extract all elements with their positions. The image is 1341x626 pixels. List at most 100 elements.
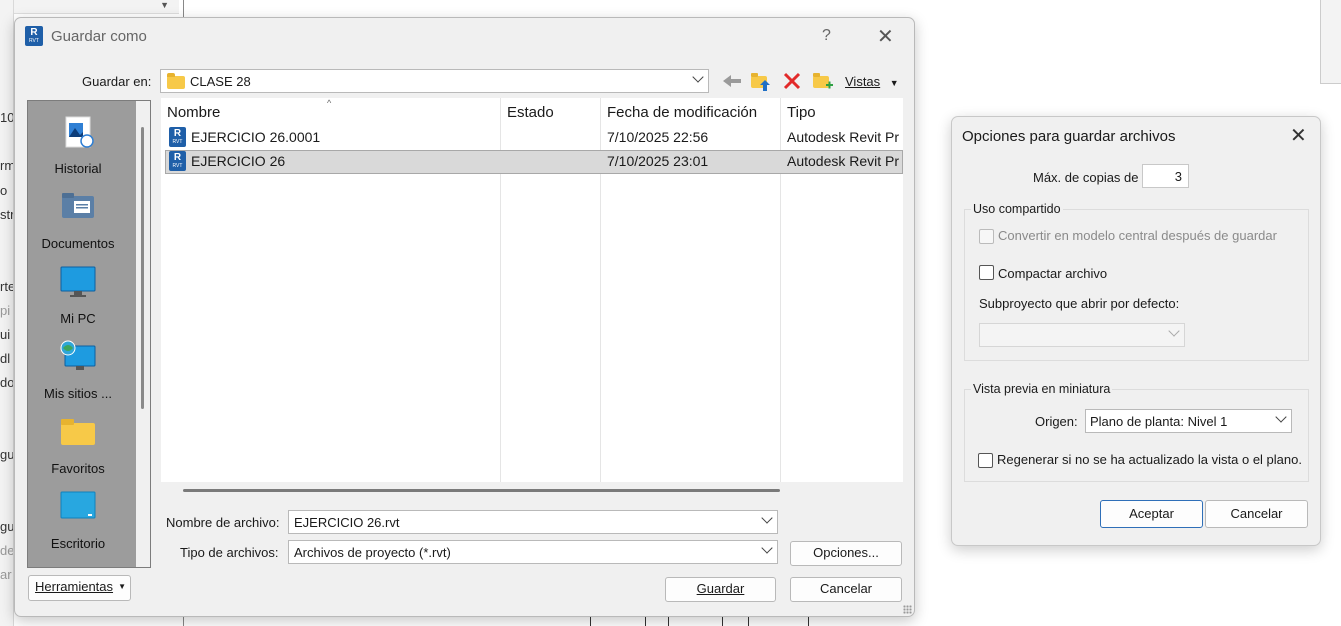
file-row[interactable]: R RVT EJERCICIO 26.0001 7/10/2025 22:56 A… xyxy=(165,126,903,150)
place-label: Mi PC xyxy=(60,311,96,326)
chevron-down-icon xyxy=(692,71,704,83)
close-button[interactable]: ✕ xyxy=(1290,123,1307,148)
cancel-button[interactable]: Cancelar xyxy=(1205,500,1308,528)
background-text: ui xyxy=(0,327,11,342)
open-workset-label: Subproyecto que abrir por defecto: xyxy=(979,296,1180,311)
network-places-icon xyxy=(60,340,96,370)
chevron-down-icon xyxy=(761,512,773,524)
scrollbar-thumb[interactable] xyxy=(141,127,144,409)
max-copies-label: Máx. de copias de xyxy=(1033,170,1139,185)
background-text: ar xyxy=(0,567,12,582)
ok-button[interactable]: Aceptar xyxy=(1100,500,1203,528)
tools-label: Herramientas xyxy=(35,579,114,594)
back-arrow-icon[interactable] xyxy=(721,73,743,89)
source-label: Origen: xyxy=(1035,414,1078,429)
chevron-down-icon: ▼ xyxy=(160,0,169,10)
divider xyxy=(668,616,669,626)
background-text: de xyxy=(0,543,14,558)
help-button[interactable]: ? xyxy=(822,27,831,45)
make-central-checkbox[interactable] xyxy=(979,229,994,244)
delete-icon[interactable] xyxy=(783,72,801,90)
compact-file-checkbox[interactable] xyxy=(979,265,994,280)
chevron-down-icon xyxy=(1275,411,1287,423)
place-label: Documentos xyxy=(41,236,115,251)
history-icon xyxy=(65,116,94,148)
background-text: 10 xyxy=(0,110,14,125)
divider xyxy=(645,616,646,626)
worksharing-group-title: Uso compartido xyxy=(971,202,1063,216)
chevron-down-icon xyxy=(1168,325,1180,337)
save-options-dialog: Opciones para guardar archivos ✕ Máx. de… xyxy=(951,116,1321,546)
source-value: Plano de planta: Nivel 1 xyxy=(1090,414,1228,429)
place-label: Escritorio xyxy=(50,536,106,551)
background-dropdown[interactable]: ▼ xyxy=(14,0,179,14)
up-folder-icon[interactable] xyxy=(750,70,772,92)
open-workset-combo[interactable] xyxy=(979,323,1185,347)
favorites-folder-icon xyxy=(61,419,95,445)
place-label: Historial xyxy=(54,161,102,176)
filetype-label: Tipo de archivos: xyxy=(180,545,279,560)
divider xyxy=(808,616,809,626)
max-copies-value: 3 xyxy=(1174,169,1182,184)
save-button[interactable]: Guardar xyxy=(665,577,776,602)
compact-file-label: Compactar archivo xyxy=(998,266,1108,281)
cancel-button[interactable]: Cancelar xyxy=(790,577,902,602)
places-scrollbar[interactable] xyxy=(136,101,150,567)
column-header-name[interactable]: Nombre xyxy=(167,104,220,121)
filetype-combo[interactable]: Archivos de proyecto (*.rvt) xyxy=(288,540,778,564)
background-text: gu xyxy=(0,519,14,534)
place-label: Favoritos xyxy=(51,461,105,476)
background-toolbar xyxy=(1320,0,1341,84)
source-combo[interactable]: Plano de planta: Nivel 1 xyxy=(1085,409,1292,433)
divider xyxy=(748,616,749,626)
dialog-title: Opciones para guardar archivos xyxy=(962,128,1176,145)
file-row-selected[interactable]: R RVT EJERCICIO 26 7/10/2025 23:01 Autode… xyxy=(165,150,903,174)
background-text: gu xyxy=(0,447,14,462)
views-menu[interactable]: Vistas ▼ xyxy=(845,74,899,89)
file-name: EJERCICIO 26 xyxy=(191,153,286,169)
save-in-value: CLASE 28 xyxy=(190,74,251,89)
place-desktop[interactable]: Escritorio xyxy=(28,480,128,555)
column-header-status[interactable]: Estado xyxy=(507,104,554,121)
max-copies-field[interactable]: 3 xyxy=(1142,164,1189,188)
regenerate-label: Regenerar si no se ha actualizado la vis… xyxy=(997,452,1302,467)
place-favorites[interactable]: Favoritos xyxy=(28,405,128,480)
background-text: pi xyxy=(0,303,11,318)
caret-down-icon: ▼ xyxy=(118,582,126,591)
filename-label: Nombre de archivo: xyxy=(166,515,280,530)
save-in-combo[interactable]: CLASE 28 xyxy=(160,69,709,93)
file-type: Autodesk Revit Pr xyxy=(787,129,900,145)
column-header-modified[interactable]: Fecha de modificación xyxy=(607,104,757,121)
computer-icon xyxy=(60,266,96,297)
thumbnail-group xyxy=(964,389,1309,482)
regenerate-checkbox[interactable] xyxy=(978,453,993,468)
filename-value: EJERCICIO 26.rvt xyxy=(294,515,400,530)
resize-grip[interactable] xyxy=(903,605,912,614)
options-button[interactable]: Opciones... xyxy=(790,541,902,566)
background-text: o xyxy=(0,183,8,198)
background-text: do xyxy=(0,375,14,390)
place-history[interactable]: Historial xyxy=(28,105,128,180)
revit-logo-icon: R RVT xyxy=(25,26,43,46)
place-my-pc[interactable]: Mi PC xyxy=(28,255,128,330)
revit-file-icon: R RVT xyxy=(169,127,186,147)
place-my-network-places[interactable]: Mis sitios ... xyxy=(28,330,128,405)
file-modified: 7/10/2025 22:56 xyxy=(607,129,709,145)
column-header-type[interactable]: Tipo xyxy=(787,104,816,121)
background-text: dl xyxy=(0,351,11,366)
save-button-label: Guardar xyxy=(696,581,745,596)
sort-ascending-icon: ^ xyxy=(327,98,332,108)
close-button[interactable]: ✕ xyxy=(877,24,894,49)
desktop-icon xyxy=(60,491,96,519)
filename-combo[interactable]: EJERCICIO 26.rvt xyxy=(288,510,778,534)
horizontal-scrollbar[interactable] xyxy=(183,489,780,492)
folder-icon xyxy=(167,73,185,89)
background-text: rte xyxy=(0,279,14,294)
tools-button[interactable]: Herramientas ▼ xyxy=(28,575,131,601)
divider xyxy=(722,616,723,626)
filetype-value: Archivos de proyecto (*.rvt) xyxy=(294,545,451,560)
save-in-label: Guardar en: xyxy=(82,74,152,89)
place-documents[interactable]: Documentos xyxy=(28,180,128,255)
new-folder-icon[interactable] xyxy=(812,70,834,92)
dialog-title: Guardar como xyxy=(51,28,147,45)
